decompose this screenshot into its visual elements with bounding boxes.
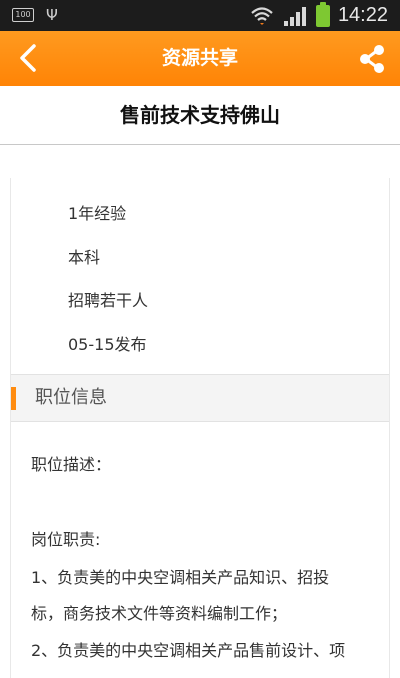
battery-icon [315, 1, 330, 27]
duty-line: 1、负责美的中央空调相关产品知识、招投 [31, 568, 330, 587]
duty-line: 2、负责美的中央空调相关产品售前设计、项 [31, 641, 346, 660]
job-title: 售前技术支持佛山 [120, 103, 280, 127]
share-button[interactable] [358, 44, 386, 74]
description-label: 职位描述： [31, 455, 112, 474]
clock: 14:22 [337, 4, 388, 26]
battery-level-indicator: 100 [12, 8, 34, 22]
header-title: 资源共享 [161, 47, 238, 69]
job-title-bar: 售前技术支持佛山 [0, 86, 400, 145]
post-date: 05-15发布 [68, 335, 147, 354]
section-marker [11, 387, 16, 410]
section-header-job-info: 职位信息 [11, 374, 389, 422]
status-right: 14:22 [250, 1, 388, 27]
headcount: 招聘若干人 [68, 291, 149, 310]
usb-icon: Ψ [46, 6, 58, 24]
experience-requirement: 1年经验 [68, 204, 127, 223]
status-bar: 100 Ψ 14:22 [0, 0, 400, 31]
wifi-icon [251, 6, 273, 25]
job-detail-card: 1年经验 本科 招聘若干人 05-15发布 职位信息 职位描述： 岗位职责: 1… [10, 178, 390, 678]
share-icon [360, 45, 384, 73]
app-header: 资源共享 [0, 31, 400, 86]
signal-icon [283, 6, 306, 26]
status-left: 100 Ψ [12, 6, 58, 24]
education-requirement: 本科 [68, 248, 101, 267]
duty-line: 标，商务技术文件等资料编制工作； [31, 604, 288, 623]
duties-label: 岗位职责: [31, 530, 101, 549]
section-title: 职位信息 [35, 387, 107, 408]
